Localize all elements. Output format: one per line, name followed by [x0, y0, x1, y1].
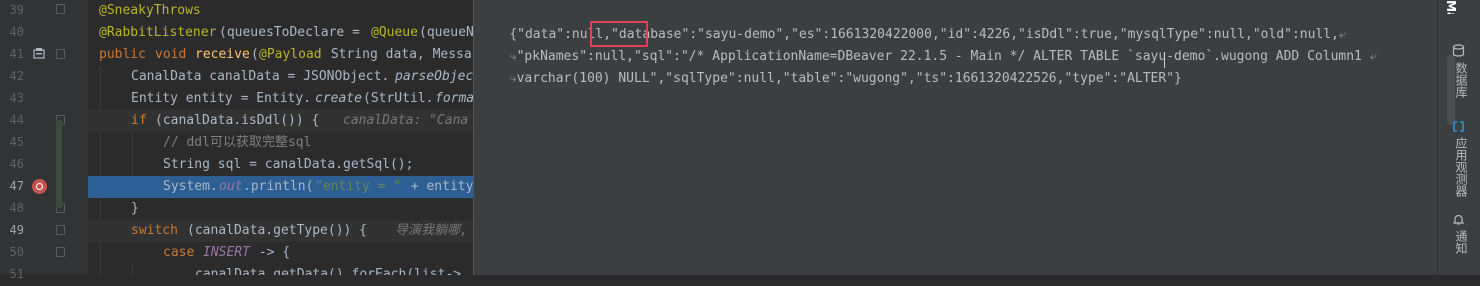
notifications-tool-button[interactable]: 通知 — [1448, 230, 1470, 254]
code-text: .println( — [243, 179, 314, 194]
gutter-line: 48 — [0, 198, 88, 220]
code-line[interactable]: // ddl可以获取完整sql — [88, 132, 473, 154]
inline-hint: 导演我躺哪, — [395, 223, 468, 238]
keyword: case — [163, 245, 203, 260]
database-icon[interactable] — [1452, 44, 1465, 57]
bell-icon[interactable] — [1452, 213, 1465, 226]
app-monitor-icon[interactable] — [1452, 120, 1465, 133]
gutter-line: 47 — [0, 176, 88, 198]
line-number: 44 — [9, 113, 24, 127]
line-number: 47 — [9, 179, 24, 193]
keyword: public — [99, 47, 154, 62]
vcs-change-marker — [56, 120, 62, 208]
code-line[interactable]: @SneakyThrows — [88, 0, 473, 22]
text-caret — [1164, 52, 1165, 68]
gutter-line: 50 — [0, 242, 88, 264]
inline-debug-hint: canalData: "Cana — [343, 113, 469, 128]
right-tool-strip: Maven 数据库 应用观测器 通知 — [1437, 0, 1480, 275]
line-number: 49 — [9, 223, 24, 237]
line-number: 40 — [9, 25, 24, 39]
code-text: -> { — [251, 245, 291, 260]
code-line[interactable]: public void receive ( @Payload String da… — [88, 44, 473, 66]
fold-icon[interactable] — [56, 49, 65, 59]
gutter-line: 51 — [0, 264, 88, 286]
fold-icon[interactable] — [56, 247, 65, 257]
annotation: @SneakyThrows — [99, 3, 201, 18]
gutter-line: 42 — [0, 66, 88, 88]
annotation: @Queue — [371, 25, 418, 40]
code-line[interactable]: @RabbitListener (queuesToDeclare = @Queu… — [88, 22, 473, 44]
code-text: } — [131, 201, 139, 216]
gutter-line: 40 — [0, 22, 88, 44]
code-text: System. — [163, 179, 218, 194]
code-editor[interactable]: @SneakyThrows @RabbitListener (queuesToD… — [88, 0, 473, 275]
code-text: (queuesToDeclare = — [219, 25, 368, 40]
code-line[interactable]: CanalData canalData = JSONObject. parseO… — [88, 66, 473, 88]
code-line[interactable]: switch (canalData.getType()) { 导演我躺哪, — [88, 220, 473, 242]
annotation: @RabbitListener — [99, 25, 217, 40]
code-line[interactable]: canalData.getData().forEach(list-> — [88, 264, 473, 275]
code-line-breakpoint[interactable]: System. out .println( "entity = " + enti… — [88, 176, 473, 198]
annotation: @Payload — [259, 47, 322, 62]
implementation-icon[interactable] — [32, 47, 48, 63]
line-number: 46 — [9, 157, 24, 171]
code-text: + entity — [403, 179, 473, 194]
breakpoint-icon[interactable] — [32, 179, 47, 194]
comment: // ddl可以获取完整sql — [163, 135, 312, 150]
popup-text: varchar(100) NULL","sqlType":null,"table… — [516, 71, 1182, 86]
database-tool-button[interactable]: 数据库 — [1448, 62, 1470, 98]
line-number: 39 — [9, 3, 24, 17]
method-name: receive — [195, 47, 250, 62]
soft-wrap-end-icon: ⤶ — [1369, 49, 1377, 64]
keyword: if — [131, 113, 155, 128]
gutter-line: 41 — [0, 44, 88, 66]
soft-wrap-start-icon: ⤷ — [509, 71, 517, 86]
code-text: create — [315, 91, 362, 106]
line-number: 51 — [9, 267, 24, 281]
code-text: forma — [435, 91, 473, 106]
code-text: ( — [251, 47, 259, 62]
code-text: (queueN — [419, 25, 473, 40]
line-number: 50 — [9, 245, 24, 259]
code-line[interactable]: String sql = canalData.getSql(); — [88, 154, 473, 176]
line-number: 48 — [9, 201, 24, 215]
line-number: 42 — [9, 69, 24, 83]
gutter-line: 39 — [0, 0, 88, 22]
constant: INSERT — [203, 245, 250, 260]
line-number: 43 — [9, 91, 24, 105]
code-text: canalData.getData().forEach(list-> — [195, 267, 462, 275]
code-text: (canalData.getType()) { — [187, 223, 368, 238]
maven-tool-button[interactable]: Maven — [1444, 0, 1458, 14]
string-literal: "entity = " — [315, 179, 402, 194]
code-line[interactable]: case INSERT -> { — [88, 242, 473, 264]
keyword: switch — [131, 223, 186, 238]
popup-text-line[interactable]: ⤷varchar(100) NULL","sqlType":null,"tabl… — [478, 46, 1182, 86]
code-text: CanalData canalData = JSONObject. — [131, 69, 390, 84]
code-line[interactable]: if (canalData.isDdl()) { canalData: "Can… — [88, 110, 473, 132]
code-line[interactable]: Entity entity = Entity. create (StrUtil.… — [88, 88, 473, 110]
keyword: void — [155, 47, 195, 62]
gutter-line: 45 — [0, 132, 88, 154]
code-text: Entity entity = Entity. — [131, 91, 312, 106]
code-line[interactable]: } — [88, 198, 473, 220]
app-monitor-tool-button[interactable]: 应用观测器 — [1448, 137, 1470, 197]
code-text: (StrUtil. — [363, 91, 434, 106]
line-number: 41 — [9, 47, 24, 61]
gutter-line: 44 — [0, 110, 88, 132]
fold-icon[interactable] — [56, 4, 65, 14]
gutter-line: 43 — [0, 88, 88, 110]
highlight-box — [590, 21, 648, 47]
code-text: String sql = canalData.getSql(); — [163, 157, 414, 172]
code-text: (canalData.isDdl()) { — [155, 113, 320, 128]
value-popup[interactable]: {"data":null,"database":"sayu-demo","es"… — [473, 0, 1437, 275]
gutter-line: 46 — [0, 154, 88, 176]
line-number: 45 — [9, 135, 24, 149]
gutter-line: 49 — [0, 220, 88, 242]
fold-icon[interactable] — [56, 225, 65, 235]
code-text: String data, Messa — [323, 47, 472, 62]
editor-gutter: 39 40 41 42 43 44 45 46 47 48 49 50 51 — [0, 0, 88, 281]
code-text: parseObjec — [395, 69, 473, 84]
code-text: out — [219, 179, 243, 194]
